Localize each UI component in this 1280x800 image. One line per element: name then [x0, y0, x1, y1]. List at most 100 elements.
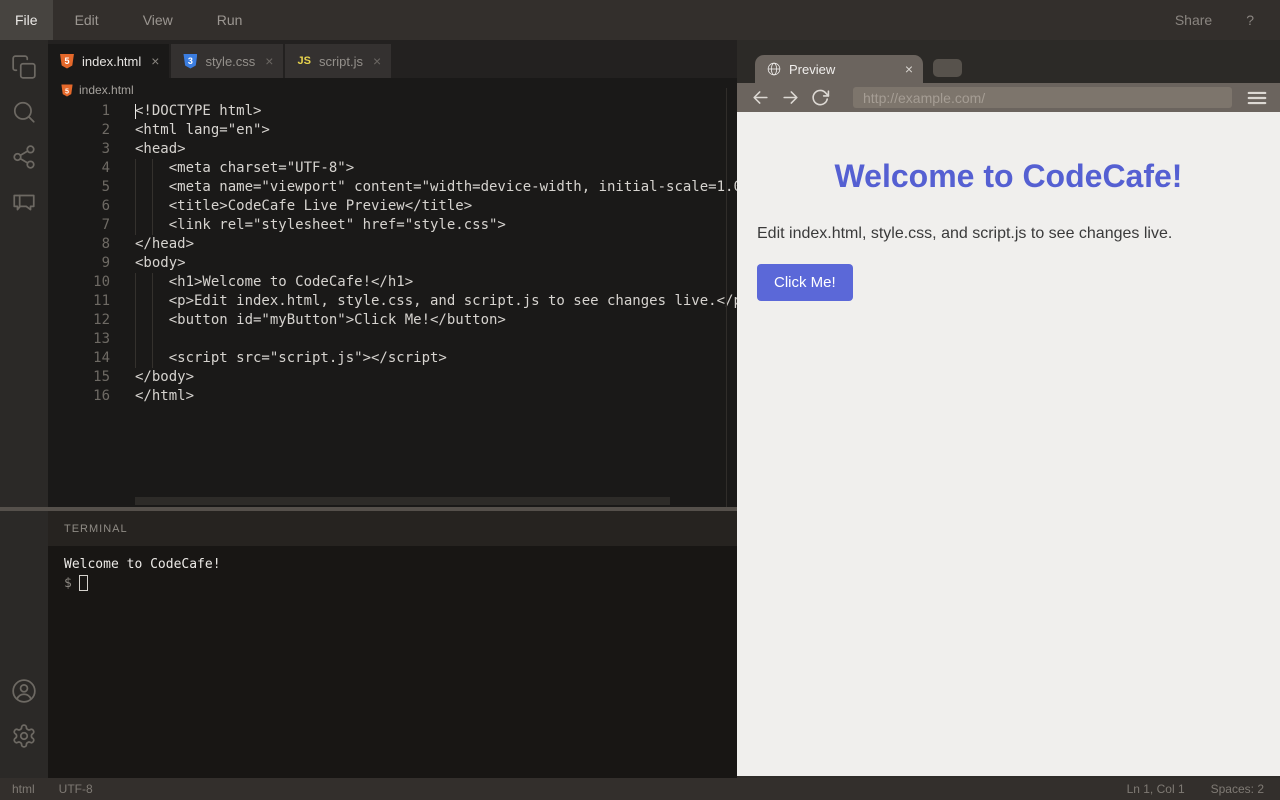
- status-language[interactable]: html: [12, 782, 35, 796]
- close-icon[interactable]: ×: [373, 54, 381, 68]
- terminal-prompt: $: [64, 576, 72, 591]
- status-encoding[interactable]: UTF-8: [59, 782, 93, 796]
- code-line[interactable]: 1 <!DOCTYPE html>: [48, 102, 737, 121]
- code-line[interactable]: 8 </head>: [48, 235, 737, 254]
- code-text[interactable]: </head>: [135, 235, 737, 254]
- line-number: 9: [101, 255, 110, 271]
- line-number: 4: [101, 160, 110, 176]
- line-number: 8: [101, 236, 110, 252]
- line-number: 11: [93, 293, 110, 309]
- editor-scrollbar-track: [726, 88, 727, 507]
- line-number: 2: [101, 122, 110, 138]
- tab-script-js[interactable]: JS script.js ×: [285, 44, 392, 78]
- menu-run[interactable]: Run: [195, 0, 265, 40]
- line-number: 7: [101, 217, 110, 233]
- forward-button[interactable]: [779, 87, 801, 109]
- click-me-button[interactable]: Click Me!: [757, 264, 853, 301]
- new-tab-button[interactable]: [933, 59, 962, 77]
- terminal-title: TERMINAL: [64, 522, 128, 535]
- line-number: 5: [101, 179, 110, 195]
- menu-edit[interactable]: Edit: [53, 0, 121, 40]
- breadcrumb-filename: index.html: [79, 83, 134, 97]
- settings-gear-icon[interactable]: [11, 723, 37, 749]
- code-text[interactable]: <meta charset="UTF-8">: [135, 159, 737, 178]
- code-text[interactable]: <meta name="viewport" content="width=dev…: [135, 178, 737, 197]
- panel-splitter[interactable]: [0, 507, 737, 511]
- code-text[interactable]: <body>: [135, 254, 737, 273]
- code-text[interactable]: </html>: [135, 387, 737, 406]
- code-line[interactable]: 11 <p>Edit index.html, style.css, and sc…: [48, 292, 737, 311]
- line-number: 10: [93, 274, 110, 290]
- code-text[interactable]: <title>CodeCafe Live Preview</title>: [135, 197, 737, 216]
- share-button[interactable]: Share: [1175, 12, 1212, 28]
- code-line[interactable]: 14 <script src="script.js"></script>: [48, 349, 737, 368]
- close-icon[interactable]: ×: [151, 54, 159, 68]
- preview-tab-strip: Preview ×: [737, 40, 1280, 83]
- code-text[interactable]: <link rel="stylesheet" href="style.css">: [135, 216, 737, 235]
- back-button[interactable]: [749, 87, 771, 109]
- code-text[interactable]: <h1>Welcome to CodeCafe!</h1>: [135, 273, 737, 292]
- code-line[interactable]: 7 <link rel="stylesheet" href="style.css…: [48, 216, 737, 235]
- status-indentation[interactable]: Spaces: 2: [1211, 782, 1264, 796]
- preview-content: Welcome to CodeCafe! Edit index.html, st…: [737, 112, 1280, 776]
- code-line[interactable]: 10 <h1>Welcome to CodeCafe!</h1>: [48, 273, 737, 292]
- line-number: 1: [101, 103, 110, 119]
- chat-icon[interactable]: [11, 189, 37, 215]
- close-icon[interactable]: ×: [905, 61, 913, 77]
- tab-style-css[interactable]: 3 style.css ×: [171, 44, 284, 78]
- preview-panel: Preview × http://example.com/ Welcome to…: [737, 40, 1280, 776]
- code-lines[interactable]: 1 <!DOCTYPE html> 2 <html lang="en"> 3 <head>…: [48, 102, 737, 406]
- code-line[interactable]: 16 </html>: [48, 387, 737, 406]
- code-text[interactable]: <head>: [135, 140, 737, 159]
- code-text[interactable]: [135, 330, 737, 349]
- terminal-prompt-line[interactable]: $: [64, 574, 737, 593]
- line-number: 3: [101, 141, 110, 157]
- code-text[interactable]: <script src="script.js"></script>: [135, 349, 737, 368]
- help-button[interactable]: ?: [1246, 12, 1254, 28]
- user-account-icon[interactable]: [11, 678, 37, 704]
- tab-label: script.js: [318, 53, 363, 69]
- terminal-cursor: [78, 575, 88, 591]
- code-text[interactable]: <button id="myButton">Click Me!</button>: [135, 311, 737, 330]
- share-network-icon[interactable]: [11, 144, 37, 170]
- tab-index-html[interactable]: 5 index.html ×: [48, 44, 170, 78]
- code-line[interactable]: 5 <meta name="viewport" content="width=d…: [48, 178, 737, 197]
- code-line[interactable]: 12 <button id="myButton">Click Me!</butt…: [48, 311, 737, 330]
- close-icon[interactable]: ×: [265, 54, 273, 68]
- terminal-header: TERMINAL: [48, 511, 737, 546]
- code-text[interactable]: <p>Edit index.html, style.css, and scrip…: [135, 292, 737, 311]
- code-line[interactable]: 6 <title>CodeCafe Live Preview</title>: [48, 197, 737, 216]
- horizontal-scrollbar[interactable]: [135, 497, 670, 505]
- code-text[interactable]: <html lang="en">: [135, 121, 737, 140]
- browser-menu-icon[interactable]: [1246, 87, 1268, 109]
- search-icon[interactable]: [11, 99, 37, 125]
- code-line[interactable]: 13: [48, 330, 737, 349]
- browser-nav-bar: http://example.com/: [737, 83, 1280, 112]
- url-input[interactable]: http://example.com/: [853, 87, 1232, 108]
- code-text[interactable]: <!DOCTYPE html>: [135, 102, 737, 121]
- preview-tab-label: Preview: [789, 61, 836, 77]
- menu-view[interactable]: View: [121, 0, 195, 40]
- line-number: 13: [93, 331, 110, 347]
- menu-file[interactable]: File: [0, 0, 53, 40]
- tab-label: style.css: [205, 53, 256, 69]
- code-line[interactable]: 3 <head>: [48, 140, 737, 159]
- line-number: 14: [93, 350, 110, 366]
- code-editor[interactable]: 5 index.html 1 <!DOCTYPE html> 2 <html lang…: [48, 78, 737, 507]
- status-cursor-position[interactable]: Ln 1, Col 1: [1127, 782, 1185, 796]
- code-line[interactable]: 2 <html lang="en">: [48, 121, 737, 140]
- reload-button[interactable]: [809, 87, 831, 109]
- code-text[interactable]: </body>: [135, 368, 737, 387]
- preview-tab[interactable]: Preview ×: [755, 55, 923, 83]
- code-line[interactable]: 9 <body>: [48, 254, 737, 273]
- html5-icon: 5: [61, 84, 73, 96]
- code-line[interactable]: 4 <meta charset="UTF-8">: [48, 159, 737, 178]
- css3-icon: 3: [183, 53, 198, 69]
- tab-label: index.html: [82, 53, 142, 69]
- files-icon[interactable]: [11, 54, 37, 80]
- text-cursor: [135, 104, 136, 119]
- preview-paragraph: Edit index.html, style.css, and script.j…: [757, 225, 1173, 242]
- terminal-panel[interactable]: TERMINAL Welcome to CodeCafe! $: [48, 511, 737, 778]
- code-line[interactable]: 15 </body>: [48, 368, 737, 387]
- status-bar: html UTF-8 Ln 1, Col 1 Spaces: 2: [0, 778, 1280, 800]
